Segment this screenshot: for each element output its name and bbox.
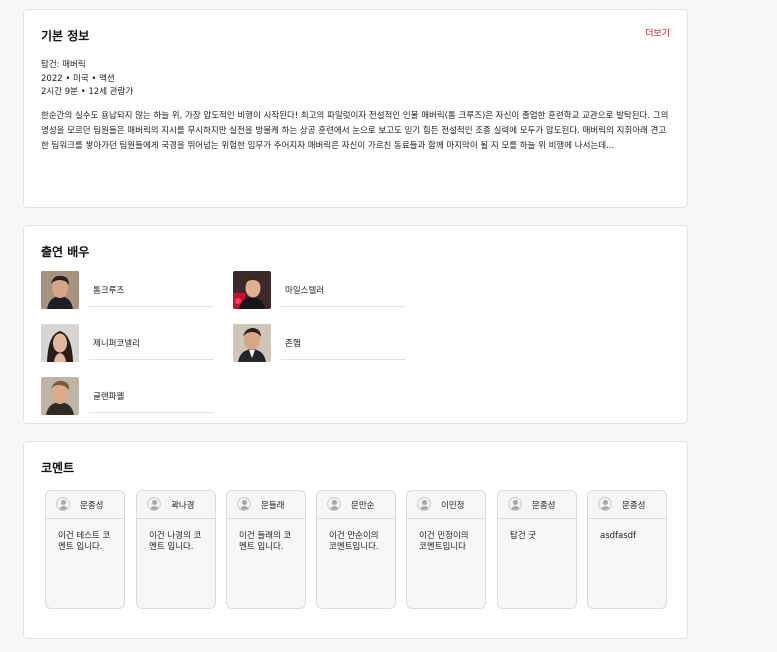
cast-card: 출연 배우 톰크루즈 마일스텔러 제니퍼코넬리 존햄 글렌파웰	[23, 225, 688, 424]
movie-meta: 2022 • 미국 • 액션	[41, 74, 115, 84]
comment-author: 곽나경	[171, 501, 195, 511]
user-avatar-icon	[598, 497, 612, 511]
actor-divider	[89, 359, 214, 360]
comment-header: 이민정	[407, 491, 485, 519]
comment-card[interactable]: 이민정 이건 민정이의 코멘트입니다	[406, 490, 486, 609]
cast-title: 출연 배우	[41, 245, 90, 259]
comment-card[interactable]: 문종성 탑건 굿	[497, 490, 577, 609]
user-avatar-icon	[147, 497, 161, 511]
comment-text: 이건 나경의 코멘트 입니다.	[149, 531, 202, 552]
actor-divider	[281, 359, 406, 360]
comment-text: 이건 민정이의 코멘트입니다	[419, 531, 469, 552]
actor-name: 존햄	[285, 339, 301, 349]
movie-runtime: 2시간 9분 • 12세 관람가	[41, 87, 134, 97]
comment-header: 문종성	[498, 491, 576, 519]
actor-photo	[233, 324, 271, 362]
comment-card[interactable]: 문만순 이건 만순이의 코멘트입니다.	[316, 490, 396, 609]
actor-name: 톰크루즈	[93, 286, 125, 296]
actor-divider	[281, 306, 406, 307]
comments-title: 코멘트	[41, 461, 75, 475]
actor-photo	[41, 271, 79, 309]
actor-photo	[233, 271, 271, 309]
actor-item[interactable]: 존햄	[233, 324, 408, 364]
comment-header: 곽나경	[137, 491, 215, 519]
actor-photo	[41, 324, 79, 362]
movie-title: 탑건: 매버릭	[41, 60, 86, 70]
comments-card: 코멘트 문종성 이건 테스트 코멘트 입니다. 곽나경 이건 나경의 코멘트 입…	[23, 441, 688, 639]
actor-photo	[41, 377, 79, 415]
user-avatar-icon	[327, 497, 341, 511]
user-avatar-icon	[508, 497, 522, 511]
comment-text: 이건 만순이의 코멘트입니다.	[329, 531, 379, 552]
actor-item[interactable]: 톰크루즈	[41, 271, 216, 311]
comment-card[interactable]: 문들래 이건 들래의 코멘트 입니다.	[226, 490, 306, 609]
movie-synopsis: 한순간의 실수도 용납되지 않는 하늘 위, 가장 압도적인 비행이 시작된다!…	[41, 111, 669, 151]
basic-info-title: 기본 정보	[41, 29, 90, 43]
comment-author: 문종성	[532, 501, 556, 511]
basic-info-card: 기본 정보 더보기 탑건: 매버릭 2022 • 미국 • 액션 2시간 9분 …	[23, 9, 688, 208]
comment-card[interactable]: 문종성 이건 테스트 코멘트 입니다.	[45, 490, 125, 609]
actor-item[interactable]: 글렌파웰	[41, 377, 216, 417]
comment-text: 이건 테스트 코멘트 입니다.	[58, 531, 111, 552]
comment-text: asdfasdf	[600, 531, 637, 541]
actor-divider	[89, 306, 214, 307]
user-avatar-icon	[56, 497, 70, 511]
comment-card[interactable]: 곽나경 이건 나경의 코멘트 입니다.	[136, 490, 216, 609]
comment-header: 문종성	[588, 491, 666, 519]
comment-text: 이건 들래의 코멘트 입니다.	[239, 531, 292, 552]
comment-author: 이민정	[441, 501, 465, 511]
actor-name: 마일스텔러	[285, 286, 325, 296]
more-link[interactable]: 더보기	[645, 26, 670, 39]
comment-author: 문들래	[261, 501, 285, 511]
comment-header: 문들래	[227, 491, 305, 519]
user-avatar-icon	[237, 497, 251, 511]
comment-header: 문종성	[46, 491, 124, 519]
comment-header: 문만순	[317, 491, 395, 519]
actor-item[interactable]: 마일스텔러	[233, 271, 408, 311]
actor-divider	[89, 412, 214, 413]
comment-author: 문만순	[351, 501, 375, 511]
comment-card[interactable]: 문종성 asdfasdf	[587, 490, 667, 609]
comment-author: 문종성	[622, 501, 646, 511]
user-avatar-icon	[417, 497, 431, 511]
actor-name: 제니퍼코넬리	[93, 339, 140, 349]
actor-name: 글렌파웰	[93, 392, 125, 402]
comment-author: 문종성	[80, 501, 104, 511]
comment-text: 탑건 굿	[510, 531, 537, 541]
actor-item[interactable]: 제니퍼코넬리	[41, 324, 216, 364]
